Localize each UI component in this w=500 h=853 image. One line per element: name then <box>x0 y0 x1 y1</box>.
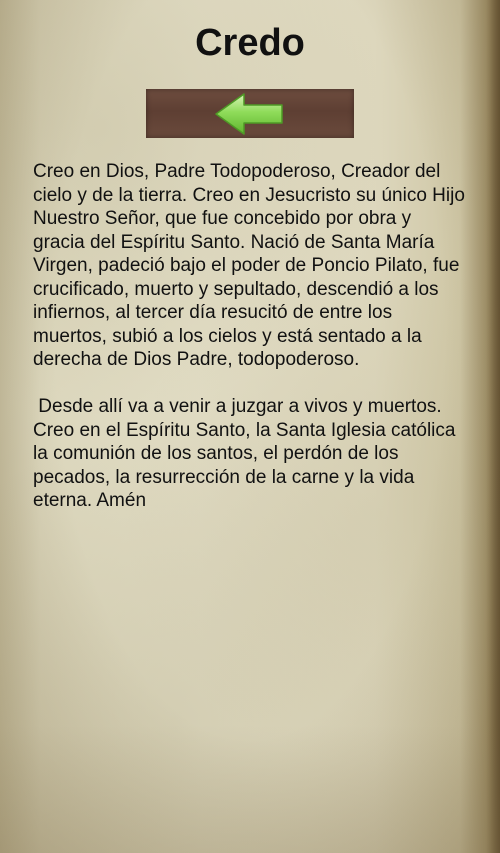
parchment-edge <box>486 0 500 853</box>
left-arrow-icon <box>214 92 286 136</box>
prayer-paragraph: Creo en Dios, Padre Todopoderoso, Creado… <box>33 161 471 370</box>
prayer-text: Creo en Dios, Padre Todopoderoso, Creado… <box>33 160 465 513</box>
prayer-paragraph: Desde allí va a venir a juzgar a vivos y… <box>33 396 461 511</box>
page-title: Credo <box>195 22 305 64</box>
back-button[interactable] <box>146 89 354 138</box>
